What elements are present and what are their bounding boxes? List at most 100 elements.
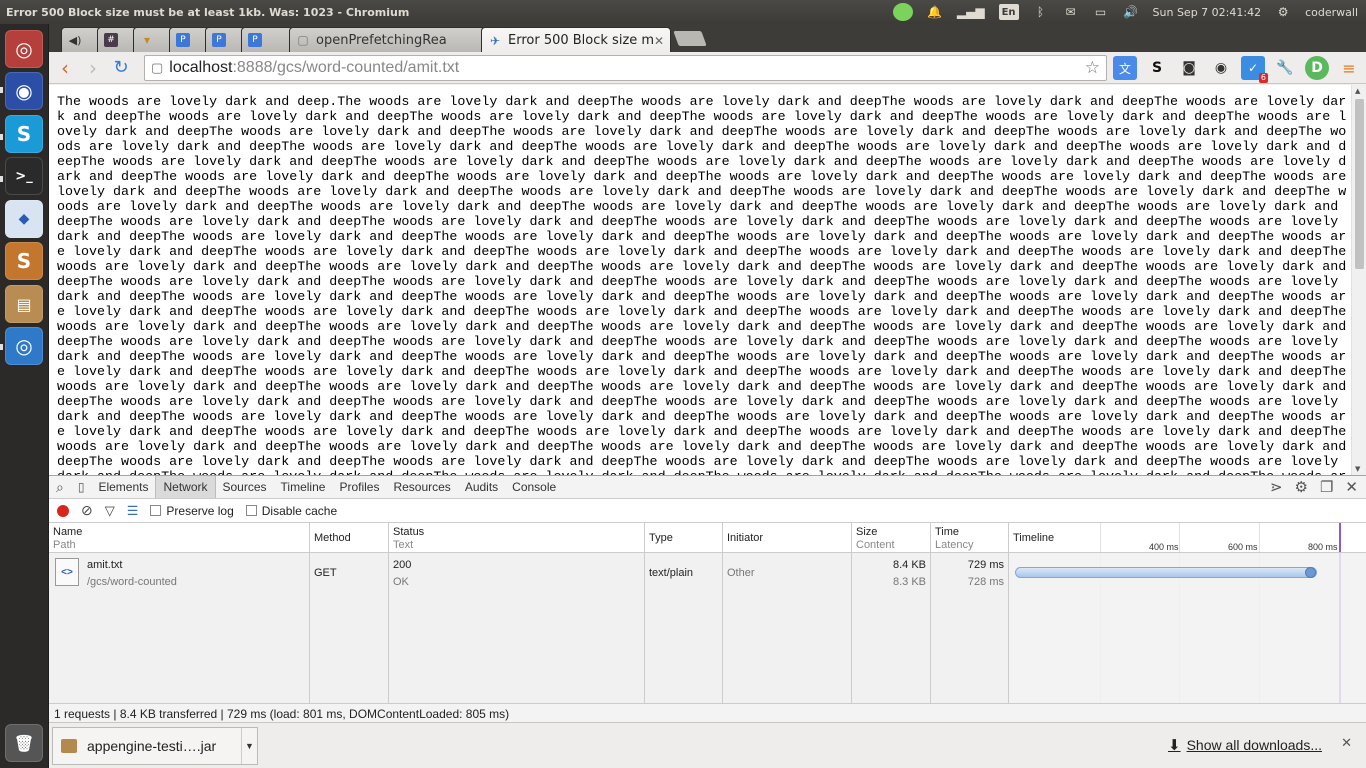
bookmark-star-icon[interactable]: ☆ xyxy=(1085,58,1100,78)
device-mode-icon[interactable]: ▯ xyxy=(71,476,92,498)
tab-elements[interactable]: Elements xyxy=(91,476,155,498)
column-header-initiator[interactable]: Initiator xyxy=(723,523,851,553)
tab-network[interactable]: Network xyxy=(155,476,216,498)
forward-button[interactable]: › xyxy=(79,54,107,82)
tab-pivotal-1[interactable]: P xyxy=(169,27,209,52)
pocket-icon[interactable]: ◙ xyxy=(1177,56,1201,80)
preserve-log-checkbox[interactable]: Preserve log xyxy=(150,504,234,518)
sublime-icon[interactable]: S xyxy=(5,242,43,280)
extension-icons: 文 S ◙ ◉ ✓ 6 🔧 D ≡ xyxy=(1113,56,1361,83)
user-name[interactable]: coderwall xyxy=(1305,6,1358,19)
column-name: Name Path <> amit.txt /gcs/word-counted xyxy=(49,523,310,703)
column-header-timeline[interactable]: Timeline 400 ms 600 ms 800 ms xyxy=(1009,523,1366,553)
filter-icon[interactable]: ▽ xyxy=(105,503,115,519)
checkbox-box[interactable] xyxy=(150,505,162,516)
clock[interactable]: Sun Sep 7 02:41:42 xyxy=(1153,6,1262,19)
column-header-size[interactable]: Size Content xyxy=(852,523,930,553)
checker-icon[interactable]: ✓ 6 xyxy=(1241,56,1268,83)
tab-profiles[interactable]: Profiles xyxy=(332,476,386,498)
download-menu-button[interactable]: ▼ xyxy=(241,728,257,764)
column-header-status[interactable]: Status Text xyxy=(389,523,644,553)
search-icon[interactable]: ⌕ xyxy=(49,476,71,498)
settings-gear-icon[interactable]: ⚙ xyxy=(1295,478,1308,496)
bluetooth-icon[interactable]: ᛒ xyxy=(1033,4,1049,20)
table-cell[interactable]: GET xyxy=(310,553,388,703)
translate-icon[interactable]: 文 xyxy=(1113,56,1137,80)
table-row[interactable]: <> amit.txt /gcs/word-counted xyxy=(49,553,309,703)
tab-open-prefetching[interactable]: ▢ openPrefetchingRea xyxy=(289,27,485,52)
idea-icon[interactable]: D xyxy=(1305,56,1329,80)
disable-cache-checkbox[interactable]: Disable cache xyxy=(245,504,337,518)
list-view-icon[interactable]: ☰ xyxy=(127,503,139,519)
table-cell[interactable] xyxy=(1009,553,1366,703)
column-timeline: Timeline 400 ms 600 ms 800 ms xyxy=(1009,523,1366,703)
clear-icon[interactable]: ⊘ xyxy=(81,502,93,519)
menu-icon[interactable]: ≡ xyxy=(1337,56,1361,80)
hangouts-icon[interactable] xyxy=(892,3,913,21)
header-label: Status xyxy=(393,526,425,538)
battery-icon[interactable]: ▭ xyxy=(1093,4,1109,20)
record-icon[interactable] xyxy=(57,504,69,517)
bell-icon[interactable]: 🔔 xyxy=(927,4,943,20)
wrench-icon[interactable]: 🔧 xyxy=(1273,56,1297,80)
download-item[interactable]: appengine-testi….jar ▼ xyxy=(52,727,258,765)
trash-icon[interactable]: 🗑 xyxy=(5,724,43,762)
table-cell[interactable]: text/plain xyxy=(645,553,722,703)
table-cell[interactable]: 200 OK xyxy=(389,553,644,703)
mail-icon[interactable]: ✉ xyxy=(1063,4,1079,20)
eclipse-icon[interactable]: ◉ xyxy=(5,72,43,110)
skype-icon[interactable]: S xyxy=(5,115,43,153)
close-shelf-icon[interactable]: ✕ xyxy=(1341,736,1352,751)
tab-sources[interactable]: Sources xyxy=(216,476,274,498)
volume-icon[interactable]: 🔊 xyxy=(1123,4,1139,20)
tab-audits[interactable]: Audits xyxy=(458,476,505,498)
tab-lamp[interactable]: ▾ xyxy=(133,27,173,52)
table-cell[interactable]: 729 ms 728 ms xyxy=(931,553,1008,703)
ubuntu-dash-icon[interactable]: ◎ xyxy=(5,30,43,68)
new-tab-button[interactable] xyxy=(673,31,707,46)
column-header-time[interactable]: Time Latency xyxy=(931,523,1008,553)
tab-pivotal-3[interactable]: P xyxy=(241,27,293,52)
page-icon: ▢ xyxy=(151,60,164,75)
dock-icon[interactable]: ❐ xyxy=(1320,478,1333,496)
chromium-icon[interactable]: ◎ xyxy=(5,327,43,365)
timeline-bar[interactable] xyxy=(1015,567,1317,578)
gear-icon[interactable]: ⚙ xyxy=(1275,4,1291,20)
column-header-name[interactable]: Name Path xyxy=(49,523,309,553)
keyboard-language[interactable]: En xyxy=(998,4,1019,20)
tab-resources[interactable]: Resources xyxy=(386,476,457,498)
sumo-icon[interactable]: S xyxy=(1145,56,1169,80)
terminal-icon[interactable]: >_ xyxy=(5,157,43,195)
table-cell[interactable]: 8.4 KB 8.3 KB xyxy=(852,553,930,703)
close-devtools-icon[interactable]: ✕ xyxy=(1345,478,1358,496)
pivotal-icon: P xyxy=(176,33,190,47)
running-indicator xyxy=(0,176,3,182)
tab-console[interactable]: Console xyxy=(505,476,563,498)
scroll-thumb[interactable] xyxy=(1355,99,1364,269)
tab-speaker[interactable]: ◀) xyxy=(61,27,101,52)
url-path: :8888/gcs/word-counted/amit.txt xyxy=(232,59,460,76)
screenshot-icon[interactable]: ◉ xyxy=(1209,56,1233,80)
show-all-downloads-link[interactable]: ⬇ Show all downloads... xyxy=(1168,736,1322,754)
tab-error-500[interactable]: ✈ Error 500 Block size m ✕ xyxy=(481,27,671,53)
network-icon[interactable]: ▂▄▆ xyxy=(957,4,985,20)
tab-slack[interactable]: # xyxy=(97,27,137,52)
checkbox-box[interactable] xyxy=(245,505,257,516)
table-cell[interactable]: Other xyxy=(723,553,851,703)
page-scrollbar[interactable]: ▲ ▼ xyxy=(1351,85,1366,475)
scroll-up-icon[interactable]: ▲ xyxy=(1355,87,1360,95)
request-name[interactable]: amit.txt xyxy=(87,557,305,574)
files-icon[interactable]: ▤ xyxy=(5,285,43,323)
reload-button[interactable]: ↻ xyxy=(107,54,135,82)
address-bar[interactable]: ▢ localhost:8888/gcs/word-counted/amit.t… xyxy=(144,55,1107,81)
tab-timeline[interactable]: Timeline xyxy=(274,476,333,498)
column-header-type[interactable]: Type xyxy=(645,523,722,553)
scroll-down-icon[interactable]: ▼ xyxy=(1355,465,1360,473)
content-size: 8.3 KB xyxy=(892,576,926,588)
mysql-workbench-icon[interactable]: ◆ xyxy=(5,200,43,238)
tab-pivotal-2[interactable]: P xyxy=(205,27,245,52)
back-button[interactable]: ‹ xyxy=(51,54,79,82)
drawer-icon[interactable]: ⋗ xyxy=(1270,478,1283,496)
column-header-method[interactable]: Method xyxy=(310,523,388,553)
close-tab-icon[interactable]: ✕ xyxy=(654,34,664,48)
